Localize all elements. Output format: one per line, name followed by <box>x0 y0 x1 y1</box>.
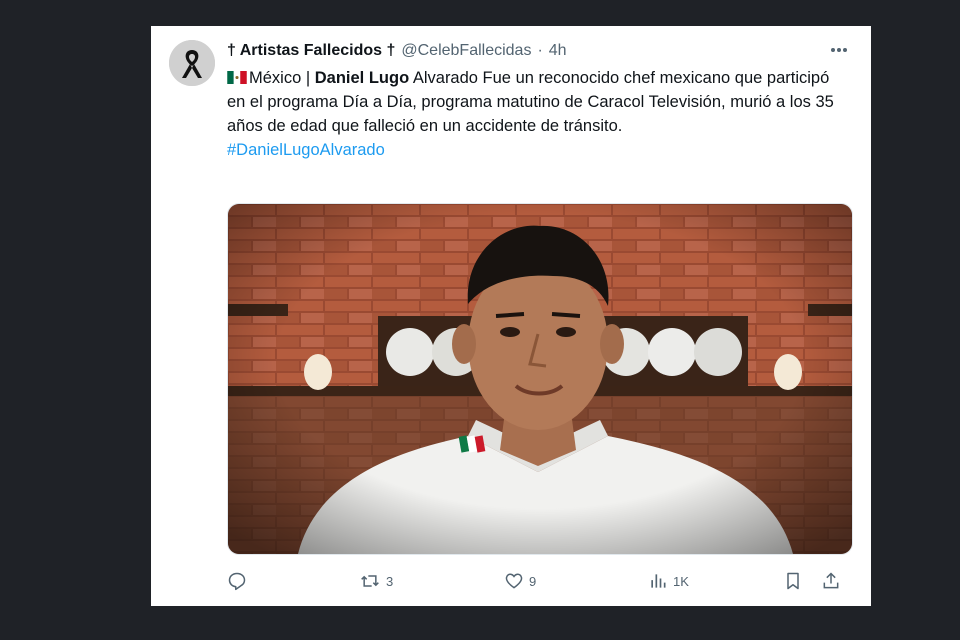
hashtag-link[interactable]: #DanielLugoAlvarado <box>227 138 847 162</box>
bold-name: Daniel Lugo <box>314 69 410 87</box>
author-handle[interactable]: @CelebFallecidas <box>401 42 531 60</box>
bookmark-icon <box>787 572 799 590</box>
tweet-actions: 3 9 1K <box>227 568 857 594</box>
views-count: 1K <box>673 573 689 589</box>
share-button[interactable] <box>821 571 851 591</box>
bookmark-button[interactable] <box>783 571 821 591</box>
share-icon <box>823 572 839 589</box>
more-options-button[interactable] <box>825 38 853 62</box>
tweet-card: † Artistas Fallecidos † @CelebFallecidas… <box>151 26 871 606</box>
like-button[interactable]: 9 <box>504 571 648 591</box>
more-dots-icon <box>831 48 847 52</box>
like-count: 9 <box>529 573 537 589</box>
retweet-count: 3 <box>386 573 394 589</box>
mexico-flag-icon <box>227 71 247 84</box>
mourning-ribbon-icon <box>169 40 215 86</box>
views-chart-icon <box>651 574 666 588</box>
separator-dot: · <box>537 42 543 59</box>
heart-icon <box>505 573 523 589</box>
avatar[interactable] <box>169 40 215 86</box>
tweet-header: † Artistas Fallecidos † @CelebFallecidas… <box>227 40 855 62</box>
retweet-button[interactable]: 3 <box>359 571 504 591</box>
country-text: México | <box>249 69 311 87</box>
tweet-text: México | Daniel Lugo Alvarado Fue un rec… <box>227 66 847 162</box>
chef-photo <box>228 204 852 554</box>
retweet-icon <box>361 575 379 587</box>
reply-button[interactable] <box>227 571 359 591</box>
author-name[interactable]: † Artistas Fallecidos † <box>227 42 395 60</box>
reply-icon <box>228 572 246 591</box>
tweet-image[interactable] <box>227 203 853 555</box>
timestamp[interactable]: 4h <box>549 42 567 60</box>
views-button[interactable]: 1K <box>648 571 783 591</box>
